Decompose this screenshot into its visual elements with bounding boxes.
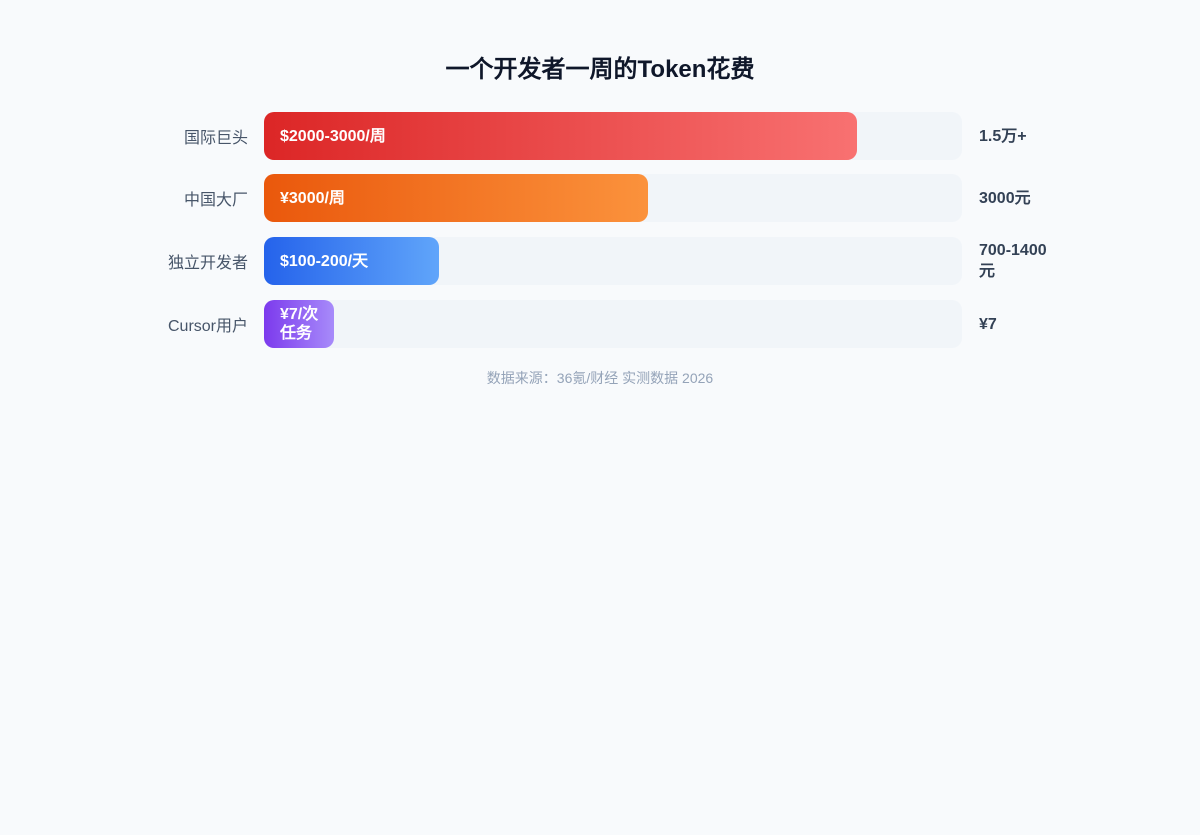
data-source-note: 数据来源：36氪/财经 实测数据 2026 <box>486 370 714 386</box>
category-label: 中国大厂 <box>183 192 248 209</box>
category-label: Cursor用户 <box>167 318 248 335</box>
bar-track: $2000-3000/周 <box>264 112 962 160</box>
total-label: 700-1400元 <box>979 242 1047 280</box>
bar-value-label: $100-200/天 <box>280 252 369 270</box>
bar-track: $100-200/天 <box>264 237 962 285</box>
bar-row: 国际巨头 $2000-3000/周 1.5万+ <box>0 112 1200 160</box>
category-label: 独立开发者 <box>167 255 248 272</box>
bar: $100-200/天 <box>264 237 439 285</box>
bar-track: ¥7/次任务 <box>264 300 962 348</box>
bar-track: ¥3000/周 <box>264 174 962 222</box>
bar-value-label: ¥7/次任务 <box>280 306 319 342</box>
chart-title: 一个开发者一周的Token花费 <box>445 56 755 83</box>
bar-value-label: $2000-3000/周 <box>280 127 386 145</box>
total-label: ¥7 <box>979 315 997 333</box>
bar-row: 中国大厂 ¥3000/周 3000元 <box>0 174 1200 222</box>
bar-value-label: ¥3000/周 <box>280 189 345 207</box>
bar: $2000-3000/周 <box>264 112 858 160</box>
bar-row: Cursor用户 ¥7/次任务 ¥7 <box>0 300 1200 348</box>
total-label: 1.5万+ <box>979 127 1027 145</box>
bar: ¥7/次任务 <box>264 300 334 348</box>
chart-container: 一个开发者一周的Token花费 国际巨头 $2000-3000/周 1.5万+ … <box>0 0 1200 835</box>
category-label: 国际巨头 <box>183 130 248 147</box>
bar-row: 独立开发者 $100-200/天 700-1400元 <box>0 237 1200 285</box>
bar: ¥3000/周 <box>264 174 648 222</box>
total-label: 3000元 <box>979 189 1031 207</box>
